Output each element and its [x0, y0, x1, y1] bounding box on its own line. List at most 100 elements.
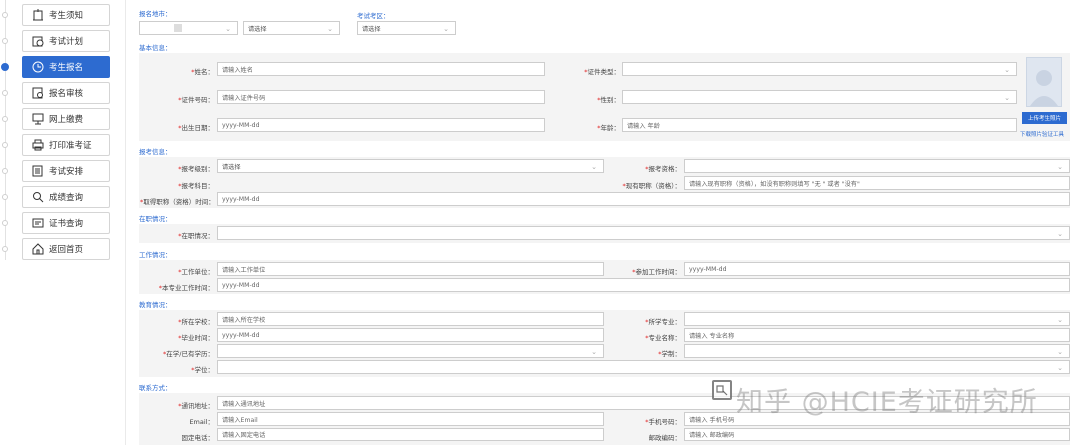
- sidebar-item-label: 返回首页: [49, 245, 84, 255]
- sidebar-item-label: 考试安排: [49, 167, 84, 177]
- age-label: *年龄：: [597, 124, 620, 132]
- name-label: *姓名：: [191, 68, 214, 76]
- diploma-label: *学位：: [191, 366, 214, 374]
- contact-section-title: 联系方式：: [139, 384, 172, 392]
- nav-step-dot: [2, 12, 8, 18]
- home-icon: [32, 243, 44, 255]
- work-start-input[interactable]: yyyy-MM-dd: [684, 262, 1070, 276]
- sidebar-item-plan[interactable]: 考试计划: [22, 30, 110, 52]
- grad-time-input[interactable]: yyyy-MM-dd: [217, 328, 604, 342]
- chevron-down-icon: ⌄: [1057, 348, 1063, 356]
- qualification-select[interactable]: ⌄: [684, 159, 1070, 173]
- level-label: *报考级别：: [178, 165, 214, 173]
- level-select-value: 请选择: [222, 163, 241, 171]
- sidebar-item-notice[interactable]: 考生须知: [22, 4, 110, 26]
- sidebar-item-review[interactable]: 报名审核: [22, 82, 110, 104]
- city-province-select[interactable]: ⌄: [139, 21, 238, 35]
- chevron-down-icon: ⌄: [225, 25, 231, 33]
- nav-step-dot: [2, 90, 8, 96]
- chevron-down-icon: ⌄: [1004, 66, 1010, 74]
- prof-time-label: *本专业工作时间：: [158, 284, 214, 292]
- level-select[interactable]: 请选择 ⌄: [217, 159, 604, 173]
- id-type-select[interactable]: ⌄: [622, 62, 1017, 76]
- sidebar-item-label: 考生报名: [49, 63, 84, 73]
- job-status-label: *在职情况：: [178, 232, 214, 240]
- nav-step-dot: [2, 220, 8, 226]
- sidebar-item-label: 证书查询: [49, 219, 84, 229]
- mobile-label: *手机号码：: [645, 418, 681, 426]
- area-label: 考试考区：: [357, 12, 390, 20]
- city-placeholder-block: [174, 24, 182, 32]
- sidebar-item-apply[interactable]: 考生报名: [22, 56, 110, 78]
- city-select[interactable]: 请选择 ⌄: [243, 21, 340, 35]
- chevron-down-icon: ⌄: [591, 348, 597, 356]
- work-unit-input[interactable]: 请输入工作单位: [217, 262, 604, 276]
- email-label: Email：: [189, 418, 214, 426]
- sidebar-item-score[interactable]: 成绩查询: [22, 186, 110, 208]
- chevron-down-icon: ⌄: [1057, 230, 1063, 238]
- diploma-select[interactable]: ⌄: [217, 360, 1070, 374]
- major-select[interactable]: ⌄: [684, 312, 1070, 326]
- nav-step-dot: [2, 38, 8, 44]
- current-title-input[interactable]: 请输入现有职称（资格），如没有职称则填写 "无 " 或者 "没有": [684, 176, 1070, 190]
- gender-select[interactable]: ⌄: [622, 90, 1017, 104]
- id-type-label: *证件类型：: [584, 68, 620, 76]
- city-select-value: 请选择: [248, 25, 267, 33]
- sidebar-item-cert[interactable]: 证书查询: [22, 212, 110, 234]
- calendar-icon: [32, 35, 44, 47]
- certificate-icon: [32, 217, 44, 229]
- area-select-value: 请选择: [362, 25, 381, 33]
- review-icon: [32, 87, 44, 99]
- name-input[interactable]: 请输入姓名: [217, 62, 545, 76]
- nav-step-dot: [2, 142, 8, 148]
- zip-label: 邮政编码：: [648, 434, 682, 442]
- email-input[interactable]: 请输入Email: [217, 412, 604, 426]
- id-number-input[interactable]: 请输入证件号码: [217, 90, 545, 104]
- chevron-down-icon: ⌄: [591, 163, 597, 171]
- area-select[interactable]: 请选择 ⌄: [357, 21, 456, 35]
- upload-photo-button[interactable]: 上传考生照片: [1022, 112, 1067, 124]
- exam-section-title: 报考信息：: [139, 148, 172, 156]
- photo-placeholder: [1026, 57, 1062, 107]
- city-label: 报名地市：: [139, 10, 172, 18]
- chevron-down-icon: ⌄: [1004, 94, 1010, 102]
- school-input[interactable]: 请输入所在学校: [217, 312, 604, 326]
- study-system-select[interactable]: ⌄: [684, 344, 1070, 358]
- job-status-select[interactable]: ⌄: [217, 226, 1070, 240]
- degree-label: *在学/已有学历：: [163, 350, 214, 358]
- birth-date-input[interactable]: yyyy-MM-dd: [217, 118, 545, 132]
- printer-icon: [32, 139, 44, 151]
- sidebar-item-pay[interactable]: 网上缴费: [22, 108, 110, 130]
- work-start-label: *参加工作时间：: [632, 268, 681, 276]
- phone-input[interactable]: 请输入固定电话: [217, 428, 604, 441]
- sidebar-item-print-ticket[interactable]: 打印准考证: [22, 134, 110, 156]
- sidebar-item-label: 考试计划: [49, 37, 84, 47]
- edu-section-title: 教育情况：: [139, 301, 172, 309]
- zip-input[interactable]: 请输入 邮政编码: [684, 428, 1070, 441]
- major-name-input[interactable]: 请输入 专业名称: [684, 328, 1070, 342]
- major-name-label: *专业名称：: [645, 334, 681, 342]
- nav-step-dot: [2, 116, 8, 122]
- basic-section-title: 基本信息：: [139, 44, 172, 52]
- watermark-logo: [712, 380, 732, 400]
- address-label: *通讯地址：: [178, 402, 214, 410]
- degree-select[interactable]: ⌄: [217, 344, 604, 358]
- sidebar-item-label: 考生须知: [49, 11, 84, 21]
- clock-icon: [32, 61, 44, 73]
- sidebar-item-home[interactable]: 返回首页: [22, 238, 110, 260]
- sidebar-item-schedule[interactable]: 考试安排: [22, 160, 110, 182]
- title-time-input[interactable]: yyyy-MM-dd: [217, 192, 1070, 206]
- nav-step-dot: [2, 246, 8, 252]
- nav-step-dot: [2, 194, 8, 200]
- prof-time-input[interactable]: yyyy-MM-dd: [217, 278, 1070, 292]
- monitor-icon: [32, 113, 44, 125]
- qualification-label: *报考资格：: [645, 165, 681, 173]
- job-section-title: 在职情况：: [139, 215, 172, 223]
- age-input[interactable]: 请输入 年龄: [622, 118, 1017, 132]
- search-icon: [32, 191, 44, 203]
- download-photo-tool-link[interactable]: 下载照片验证工具: [1020, 130, 1064, 138]
- chevron-down-icon: ⌄: [443, 25, 449, 33]
- user-silhouette-icon: [1030, 70, 1058, 106]
- birth-label: *出生日期：: [178, 124, 214, 132]
- subject-label: *报考科目：: [178, 182, 214, 190]
